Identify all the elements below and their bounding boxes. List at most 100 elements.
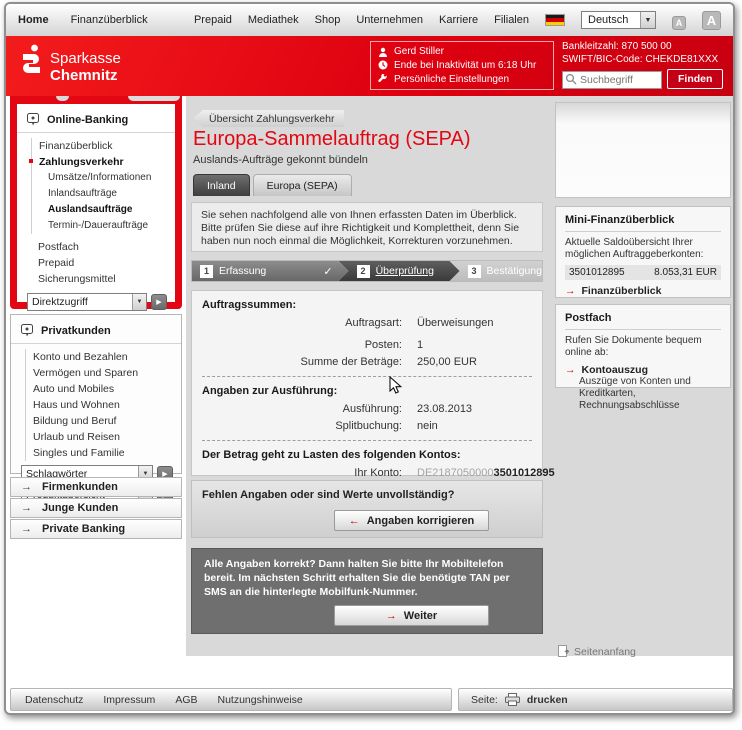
speech-bubble-icon [21, 324, 33, 337]
section-junge-kunden[interactable]: → Junge Kunden [10, 498, 182, 518]
postfach-text: Rufen Sie Dokumente bequem online ab: [565, 335, 721, 359]
brand-name-line1: Sparkasse [50, 50, 121, 67]
sidebar-item-vermoegen-und-sparen[interactable]: Vermögen und Sparen [26, 365, 181, 381]
summary-heading: Auftragssummen: [202, 299, 532, 311]
kontoauszug-link[interactable]: → Kontoauszug [565, 364, 721, 376]
sidebar-item-auto-und-mobiles[interactable]: Auto und Mobiles [26, 381, 181, 397]
sidebar-item-auslandsauftraege[interactable]: Auslandsaufträge [32, 202, 175, 218]
online-banking-highlight-frame: Online-Banking Finanzüberblick Zahlungsv… [10, 96, 182, 309]
print-page-link[interactable]: drucken [527, 694, 568, 706]
step-number: 3 [468, 265, 481, 278]
sidebar-item-umsaetze[interactable]: Umsätze/Informationen [32, 170, 175, 186]
arrow-right-icon: → [386, 610, 397, 622]
footer-print-strip: Seite: drucken [458, 688, 733, 711]
search-submit-button[interactable]: Finden [667, 69, 723, 89]
sidebar-item-bildung-und-beruf[interactable]: Bildung und Beruf [26, 413, 181, 429]
tan-instruction-text: Alle Angaben korrekt? Dann halten Sie bi… [204, 557, 534, 599]
iban-prefix: DE2187050000 [417, 467, 493, 479]
step-number: 1 [200, 265, 213, 278]
field-label: Summe der Beträge: [202, 356, 402, 369]
frame-notch [128, 96, 180, 101]
correct-entries-label: Angaben korrigieren [367, 515, 475, 527]
field-label: Ihr Konto: [202, 467, 402, 480]
direktzugriff-select[interactable]: Direktzugriff ▼ [27, 293, 147, 311]
brand-header: Sparkasse Chemnitz Gerd Stiller Ende bei… [6, 36, 733, 96]
sidebar-item-finanzueberblick[interactable]: Finanzüberblick [32, 138, 175, 154]
speech-bubble-icon [27, 113, 39, 126]
mini-finanzueberblick-text: Aktuelle Saldoübersicht Ihrer möglichen … [565, 237, 721, 261]
account-balance: 8.053,31 EUR [654, 267, 717, 278]
font-size-large-button[interactable]: A [702, 11, 721, 30]
section-divider [202, 440, 532, 441]
account-balance-row: 3501012895 8.053,31 EUR [565, 265, 721, 280]
account-heading: Der Betrag geht zu Lasten des folgenden … [202, 449, 532, 461]
section-label: Private Banking [42, 523, 125, 535]
section-private-banking[interactable]: → Private Banking [10, 519, 182, 539]
sidebar-item-konto-und-bezahlen[interactable]: Konto und Bezahlen [26, 349, 181, 365]
progress-steps: 1 Erfassung ✓ 2 Überprüfung 3 Bestätigun… [191, 260, 543, 282]
topnav-mediathek[interactable]: Mediathek [248, 14, 299, 26]
arrow-right-icon: → [565, 285, 576, 297]
footer-impressum[interactable]: Impressum [103, 694, 155, 706]
step-label: Erfassung [219, 265, 266, 277]
correct-entries-button[interactable]: ← Angaben korrigieren [334, 510, 489, 531]
intro-hint-box: Sie sehen nachfolgend alle von Ihnen erf… [191, 202, 543, 252]
direktzugriff-go-button[interactable]: ▶ [151, 294, 167, 310]
topnav-shop[interactable]: Shop [315, 14, 341, 26]
arrow-right-icon: → [21, 502, 32, 514]
sidebar-item-singles-und-familie[interactable]: Singles und Familie [26, 445, 181, 461]
user-icon [378, 47, 388, 57]
sidebar-item-label: Zahlungsverkehr [39, 156, 124, 168]
section-firmenkunden[interactable]: → Firmenkunden [10, 477, 182, 497]
session-timeout: Ende bei Inaktivität um 6:18 Uhr [394, 60, 536, 71]
continue-button[interactable]: → Weiter [334, 605, 489, 626]
sidebar-item-prepaid[interactable]: Prepaid [31, 255, 175, 271]
sparkasse-brand: Sparkasse Chemnitz [20, 44, 121, 84]
footer-links-strip: Datenschutz Impressum AGB Nutzungshinwei… [10, 688, 452, 711]
correction-box: Fehlen Angaben oder sind Werte unvollstä… [191, 480, 543, 538]
field-value: 250,00 EUR [417, 356, 477, 369]
sidebar-item-sicherungsmittel[interactable]: Sicherungsmittel [31, 271, 175, 287]
footer-agb[interactable]: AGB [175, 694, 197, 706]
active-item-bullet [29, 159, 33, 163]
sidebar-item-inlandsauftraege[interactable]: Inlandsaufträge [32, 186, 175, 202]
sidebar-item-urlaub-und-reisen[interactable]: Urlaub und Reisen [26, 429, 181, 445]
session-settings-link[interactable]: Persönliche Einstellungen [394, 74, 509, 85]
field-value: 1 [417, 339, 423, 352]
footer-datenschutz[interactable]: Datenschutz [25, 694, 83, 706]
clock-icon [378, 60, 388, 70]
tab-europa-sepa[interactable]: Europa (SEPA) [253, 174, 352, 196]
mini-finanzueberblick-box: Mini-Finanzüberblick Aktuelle Saldoübers… [555, 206, 731, 298]
step-label[interactable]: Überprüfung [376, 265, 434, 277]
printer-icon [505, 693, 520, 706]
german-flag-icon [545, 14, 565, 26]
footer-nutzungshinweise[interactable]: Nutzungshinweise [218, 694, 303, 706]
step-erfassung: 1 Erfassung ✓ [192, 261, 349, 281]
finanzueberblick-link[interactable]: → Finanzüberblick [565, 285, 721, 297]
breadcrumb-back-button[interactable]: Übersicht Zahlungsverkehr [193, 110, 344, 127]
chevron-down-icon: ▼ [640, 12, 655, 28]
continue-label: Weiter [404, 610, 437, 622]
section-divider [202, 376, 532, 377]
font-size-small-button[interactable]: A [672, 16, 686, 30]
sidebar-item-postfach[interactable]: Postfach [31, 239, 175, 255]
topnav-prepaid[interactable]: Prepaid [194, 14, 232, 26]
topnav-karriere[interactable]: Karriere [439, 14, 478, 26]
search-input[interactable] [562, 71, 662, 89]
topnav-unternehmen[interactable]: Unternehmen [356, 14, 423, 26]
privatkunden-title: Privatkunden [41, 325, 111, 337]
topnav-home[interactable]: Home [18, 14, 49, 26]
wrench-icon [378, 74, 388, 84]
sidebar-item-termin-dauerauftraege[interactable]: Termin-/Daueraufträge [32, 218, 175, 234]
sidebar-item-haus-und-wohnen[interactable]: Haus und Wohnen [26, 397, 181, 413]
topnav-filialen[interactable]: Filialen [494, 14, 529, 26]
page-top-link[interactable]: Seitenanfang [558, 645, 636, 658]
topnav-finanzueberblick[interactable]: Finanzüberblick [71, 14, 148, 26]
iban-account-number: 3501012895 [493, 467, 554, 479]
sidebar-item-zahlungsverkehr[interactable]: Zahlungsverkehr [32, 154, 175, 170]
arrow-right-icon: → [21, 523, 32, 535]
page-top-icon [558, 645, 569, 658]
tab-inland[interactable]: Inland [193, 174, 250, 196]
language-select[interactable]: Deutsch ▼ [581, 11, 656, 29]
correction-question: Fehlen Angaben oder sind Werte unvollstä… [202, 489, 532, 501]
